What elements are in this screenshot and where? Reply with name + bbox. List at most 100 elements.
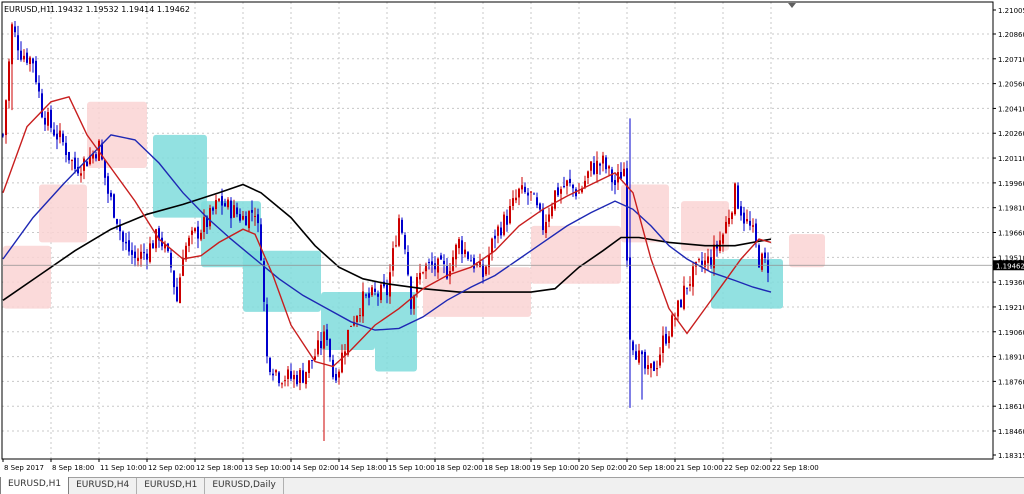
candle-bear [443,260,445,265]
x-tick-label: 20 Sep 02:00 [580,464,627,472]
candle-bull [698,259,700,261]
candle-bear [539,203,541,210]
tab-eurusd-h4[interactable]: EURUSD,H4 [69,478,138,494]
candle-bull [188,237,190,246]
chart-svg[interactable]: 1.21005 1.20860 1.20710 1.20560 1.20410 1.202… [0,0,1024,477]
candle-bull [512,198,514,206]
y-tick-label: 1.20710 [998,56,1024,64]
candle-bull [761,253,763,270]
y-tick-label: 1.21005 [998,7,1024,15]
cloud-region [531,225,621,284]
candle-bull [29,57,31,64]
candle-bear [113,194,115,218]
candle-bull [242,215,244,220]
candle-bull [734,183,736,215]
candle-bull [551,206,553,217]
candle-bull [689,284,691,286]
candle-bull [83,158,85,171]
candle-bull [554,190,556,209]
candle-bear [467,252,469,259]
candle-bear [599,163,601,166]
candle-bear [278,372,280,384]
candle-bear [20,50,22,60]
candle-bear [629,257,631,340]
candle-bear [470,260,472,262]
candle-bear [62,133,64,143]
candle-bear [17,35,19,51]
candle-bear [302,370,304,383]
candle-bull [149,243,151,262]
candle-bear [68,152,70,161]
candle-bull [347,329,349,355]
x-tick-label: 21 Sep 10:00 [676,464,723,472]
candle-bull [590,161,592,171]
candle-bear [38,82,40,92]
candle-bull [608,166,610,169]
candle-bull [722,234,724,244]
y-tick-label: 1.19960 [998,180,1024,188]
candle-bear [758,245,760,268]
candle-bear [230,200,232,219]
y-tick-label: 1.18315 [998,452,1024,460]
candle-bull [395,245,397,247]
candle-bear [266,304,268,357]
candle-bear [572,184,574,189]
candle-bull [191,230,193,235]
chart-area[interactable]: 1.21005 1.20860 1.20710 1.20560 1.20410 1.202… [0,0,1024,477]
candle-bear [320,341,322,349]
candle-bear [569,178,571,184]
candle-bull [692,266,694,287]
candle-bear [116,219,118,224]
candle-bear [737,185,739,209]
candle-bull [371,287,373,296]
candle-bull [515,197,517,201]
candle-bear [482,264,484,278]
candle-bear [644,351,646,369]
candle-bear [686,287,688,289]
cloud-region [3,245,51,309]
candle-bear [95,154,97,159]
scroll-arrow-icon[interactable] [788,3,796,8]
candle-bull [200,232,202,240]
y-tick-label: 1.18760 [998,378,1024,386]
candle-bear [755,223,757,243]
candle-bear [641,351,643,355]
candle-bull [584,180,586,188]
y-tick-label: 1.19060 [998,329,1024,337]
candle-bear [680,299,682,308]
x-tick-label: 22 Sep 02:00 [724,464,771,472]
tab-eurusd-h1[interactable]: EURUSD,H1 [0,477,70,494]
candle-bull [416,277,418,293]
candle-bull [458,239,460,249]
candle-bull [5,100,7,136]
candle-bear [110,192,112,197]
cloud-region [711,258,783,309]
candle-bull [80,173,82,176]
candle-bull [299,370,301,383]
candle-bull [341,352,343,373]
candle-bull [656,368,658,370]
candle-bear [401,219,403,233]
candle-bull [203,217,205,233]
candle-bear [269,358,271,373]
candle-bull [218,198,220,201]
tab-eurusd-h1-2[interactable]: EURUSD,H1 [137,478,206,494]
candle-bear [611,169,613,183]
candle-bear [386,285,388,296]
x-tick-label: 14 Sep 18:00 [340,464,387,472]
candle-bear [128,240,130,252]
candle-bull [662,335,664,354]
candle-bull [392,248,394,271]
candle-bull [731,212,733,220]
tab-eurusd-daily[interactable]: EURUSD,Daily [205,478,284,494]
candle-bear [50,109,52,128]
candle-bull [71,160,73,162]
candle-bear [332,359,334,378]
candle-bear [236,207,238,215]
candle-bull [752,225,754,227]
candle-bear [710,257,712,267]
candle-bull [362,291,364,317]
candle-bear [32,58,34,64]
candle-bear [626,168,628,261]
candle-bull [209,208,211,227]
